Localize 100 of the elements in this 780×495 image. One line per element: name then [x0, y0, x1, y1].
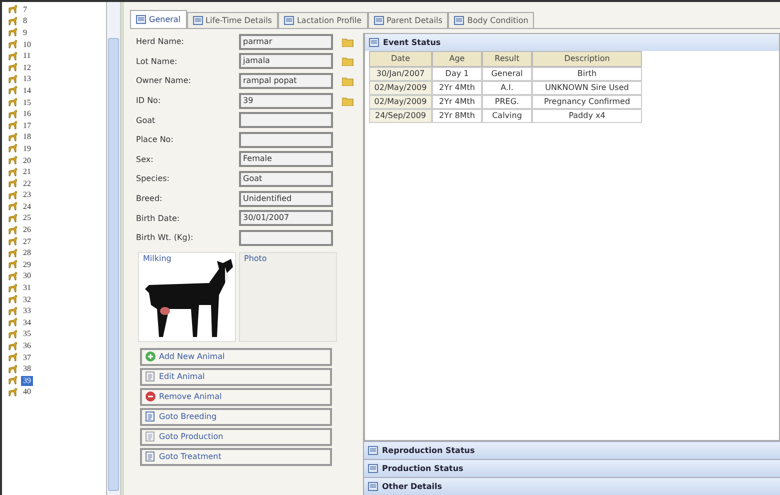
input-field[interactable]: 30/01/2007	[239, 210, 333, 226]
folder-icon[interactable]	[342, 36, 354, 47]
action-button[interactable]: Goto Breeding	[140, 408, 332, 426]
column-header[interactable]: Age	[432, 51, 482, 67]
tree-item[interactable]: 27	[21, 236, 33, 247]
input-field[interactable]: parmar	[239, 34, 333, 50]
tab[interactable]: Body Condition	[448, 12, 534, 28]
goat-icon	[8, 168, 18, 177]
tree-item[interactable]: 38	[21, 364, 33, 374]
table-cell: Paddy x4	[532, 109, 642, 123]
table-cell: PREG.	[482, 95, 532, 109]
action-button[interactable]: Edit Animal	[140, 368, 332, 386]
goat-icon	[8, 318, 18, 328]
tree-item[interactable]: 19	[21, 144, 33, 154]
tab[interactable]: Lactation Profile	[278, 12, 368, 28]
tree-item[interactable]: 20	[21, 156, 33, 166]
tree-item[interactable]: 30	[21, 271, 33, 282]
input-field[interactable]: Goat	[239, 170, 333, 187]
action-button[interactable]: Goto Production	[140, 428, 332, 446]
document-icon	[145, 411, 156, 422]
field-label: ID No:	[135, 96, 162, 106]
table-cell: 2Yr 4Mth	[432, 95, 482, 109]
tree-item[interactable]: 18	[21, 132, 33, 142]
tree-item[interactable]: 8	[21, 16, 29, 26]
folder-icon[interactable]	[342, 56, 354, 66]
document-icon	[145, 431, 156, 442]
field-label: Sex:	[135, 154, 154, 164]
tab-icon	[374, 16, 384, 25]
tab-icon	[192, 16, 203, 25]
field-label: Owner Name:	[135, 76, 192, 86]
tree-item[interactable]: 33	[21, 306, 33, 316]
tree-item[interactable]: 13	[21, 74, 33, 84]
tree-item[interactable]: 40	[21, 387, 33, 398]
tree-item[interactable]: 7	[21, 4, 29, 15]
table-cell: Calving	[482, 109, 532, 123]
goat-icon	[8, 237, 18, 246]
input-field[interactable]: Unidentified	[239, 190, 333, 207]
section-header[interactable]: Other Details	[364, 477, 780, 495]
input-field[interactable]: jamala	[239, 53, 333, 70]
tab[interactable]: Life-Time Details	[186, 12, 278, 28]
section-header[interactable]: Production Status	[364, 459, 780, 477]
panel-header[interactable]: Event Status	[365, 34, 779, 51]
table-cell: 2Yr 4Mth	[432, 81, 482, 95]
input-field[interactable]: 39	[239, 92, 333, 109]
tree-item[interactable]: 23	[21, 190, 33, 200]
tree-item[interactable]: 28	[21, 248, 33, 258]
field-label: Lot Name:	[135, 56, 178, 66]
table-cell: 02/May/2009	[369, 95, 432, 109]
tree-item[interactable]: 25	[21, 213, 33, 224]
folder-icon[interactable]	[342, 96, 354, 106]
tree-item[interactable]: 24	[21, 202, 33, 212]
scrollbar[interactable]	[107, 2, 121, 495]
tree-item[interactable]: 15	[21, 98, 33, 108]
goat-icon	[8, 248, 18, 258]
column-header[interactable]: Description	[532, 51, 642, 67]
input-field[interactable]	[239, 230, 333, 246]
tab[interactable]: Parent Details	[368, 12, 448, 28]
input-field[interactable]: Female	[239, 151, 333, 168]
goat-icon	[8, 179, 18, 188]
goat-icon	[8, 132, 18, 142]
tree-item[interactable]: 10	[21, 40, 33, 50]
column-header[interactable]: Result	[482, 51, 532, 67]
table-cell: Birth	[532, 67, 642, 81]
tree-item[interactable]: 12	[21, 62, 33, 73]
goat-icon	[8, 74, 18, 84]
tree-item[interactable]: 31	[21, 283, 33, 294]
tab-icon	[454, 16, 464, 25]
tree-item[interactable]: 34	[21, 318, 33, 328]
tree-item[interactable]: 35	[21, 329, 33, 340]
section-header[interactable]: Reproduction Status	[364, 441, 780, 459]
scroll-thumb[interactable]	[108, 38, 119, 491]
goat-icon	[8, 190, 18, 200]
action-button[interactable]: Goto Treatment	[140, 448, 332, 466]
action-button[interactable]: Add New Animal	[140, 348, 332, 366]
tree-item[interactable]: 26	[21, 225, 33, 236]
tree-item[interactable]: 39	[21, 376, 33, 386]
tree-item[interactable]: 29	[21, 260, 33, 270]
goat-icon	[8, 110, 18, 119]
goat-icon	[8, 295, 18, 304]
input-field[interactable]: rampal popat	[239, 72, 333, 89]
input-field[interactable]	[239, 132, 333, 148]
tree-item[interactable]: 16	[21, 109, 33, 120]
folder-icon[interactable]	[342, 76, 354, 86]
tab-icon	[369, 38, 379, 47]
tree-item[interactable]: 14	[21, 86, 33, 96]
tree-item[interactable]: 32	[21, 294, 33, 305]
tree-item[interactable]: 17	[21, 120, 33, 131]
column-header[interactable]: Date	[369, 51, 432, 67]
tree-item[interactable]: 21	[21, 167, 33, 178]
goat-icon	[8, 284, 18, 293]
tree-item[interactable]: 11	[21, 51, 33, 62]
tree-item[interactable]: 37	[21, 352, 33, 363]
goat-icon	[8, 260, 18, 270]
table-cell: 02/May/2009	[369, 81, 432, 95]
tree-item[interactable]: 9	[21, 28, 29, 38]
input-field[interactable]	[239, 112, 333, 128]
action-button[interactable]: Remove Animal	[140, 388, 332, 406]
tree-item[interactable]: 22	[21, 178, 33, 189]
tab[interactable]: General	[130, 10, 187, 28]
tree-item[interactable]: 36	[21, 341, 33, 352]
